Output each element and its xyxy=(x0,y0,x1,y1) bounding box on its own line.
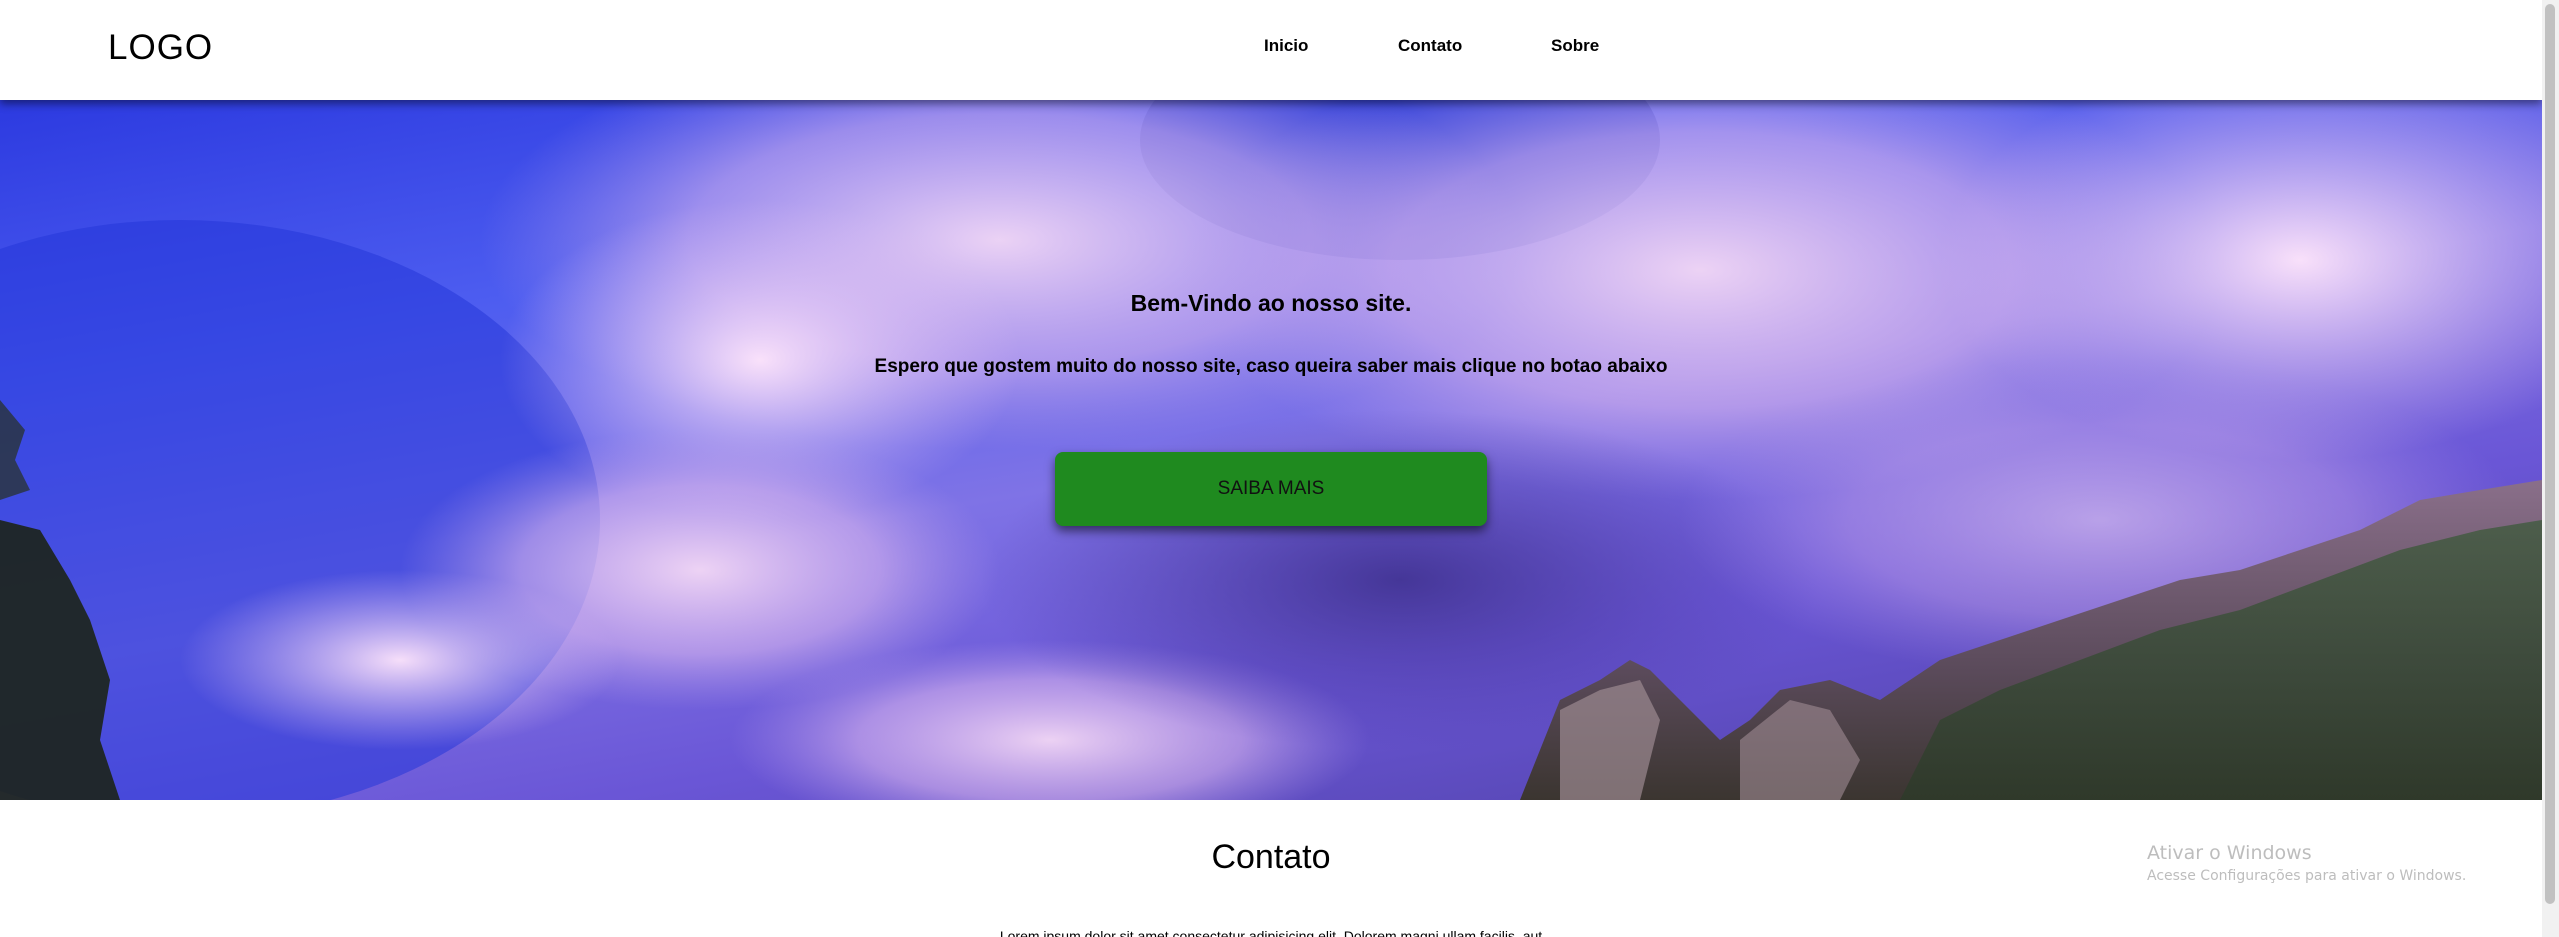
vertical-scrollbar[interactable] xyxy=(2542,0,2559,937)
nav-link-contato[interactable]: Contato xyxy=(1398,36,1462,56)
watermark-title: Ativar o Windows xyxy=(2147,842,2312,864)
hero-background-image xyxy=(0,100,2542,800)
hero-subtitle: Espero que gostem muito do nosso site, c… xyxy=(874,356,1668,377)
saiba-mais-button[interactable]: SAIBA MAIS xyxy=(1055,452,1487,526)
windows-activation-watermark: Ativar o Windows Acesse Configurações pa… xyxy=(2147,842,2466,884)
contato-section-text: Lorem ipsum dolor sit amet consectetur a… xyxy=(999,928,1543,937)
nav-link-sobre[interactable]: Sobre xyxy=(1551,36,1599,56)
hero-section: Bem-Vindo ao nosso site. Espero que gost… xyxy=(0,100,2542,800)
hero-title: Bem-Vindo ao nosso site. xyxy=(1130,290,1412,316)
site-header: LOGO Inicio Contato Sobre xyxy=(0,0,2542,100)
page: LOGO Inicio Contato Sobre Bem-Vindo ao n… xyxy=(0,0,2559,937)
main-nav: Inicio Contato Sobre xyxy=(0,36,2542,58)
scrollbar-thumb[interactable] xyxy=(2545,4,2555,904)
content-area: LOGO Inicio Contato Sobre Bem-Vindo ao n… xyxy=(0,0,2542,937)
watermark-subtitle: Acesse Configurações para ativar o Windo… xyxy=(2147,868,2467,884)
nav-link-inicio[interactable]: Inicio xyxy=(1264,36,1308,56)
